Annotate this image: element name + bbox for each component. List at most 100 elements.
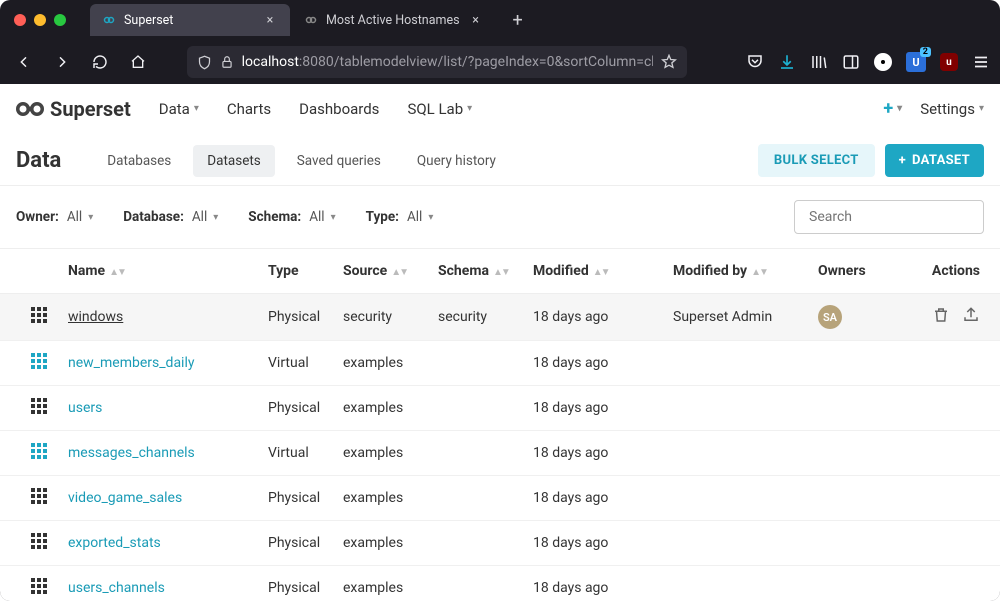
- filter-type[interactable]: Type:All▾: [366, 209, 434, 225]
- column-header-modified[interactable]: Modified▲▼: [525, 249, 665, 294]
- browser-tab[interactable]: Superset ×: [90, 4, 290, 36]
- sort-icon: ▲▼: [493, 267, 509, 278]
- brand[interactable]: Superset: [16, 97, 131, 121]
- add-menu-button[interactable]: +▾: [883, 98, 902, 119]
- dataset-type-icon: [30, 532, 48, 550]
- table-row[interactable]: users_channels Physical examples 18 days…: [0, 566, 1000, 601]
- cell-source: examples: [335, 431, 430, 476]
- forward-button[interactable]: [48, 48, 76, 76]
- cell-modified: 18 days ago: [525, 521, 665, 566]
- column-header-schema[interactable]: Schema▲▼: [430, 249, 525, 294]
- dataset-link[interactable]: users: [68, 400, 102, 416]
- table-row[interactable]: users Physical examples 18 days ago: [0, 386, 1000, 431]
- window-zoom-button[interactable]: [54, 14, 66, 26]
- cell-source: examples: [335, 386, 430, 431]
- bookmark-icon[interactable]: [661, 54, 677, 70]
- nav-item-data[interactable]: Data ▾: [159, 100, 199, 118]
- subtab-datasets[interactable]: Datasets: [193, 145, 274, 177]
- table-row[interactable]: messages_channels Virtual examples 18 da…: [0, 431, 1000, 476]
- table-row[interactable]: new_members_daily Virtual examples 18 da…: [0, 341, 1000, 386]
- column-header-owners: Owners: [810, 249, 890, 294]
- nav-item-charts[interactable]: Charts: [227, 100, 271, 118]
- url-bar[interactable]: localhost:8080/tablemodelview/list/?page…: [187, 46, 687, 78]
- pocket-icon[interactable]: [746, 53, 764, 71]
- lock-icon: [220, 55, 234, 69]
- dataset-link[interactable]: messages_channels: [68, 445, 195, 461]
- chevron-down-icon: ▾: [213, 212, 218, 223]
- column-header-modified-by[interactable]: Modified by▲▼: [665, 249, 810, 294]
- dataset-link[interactable]: video_game_sales: [68, 490, 182, 506]
- extension-badge-icon[interactable]: U2: [906, 52, 926, 72]
- dataset-type-icon: [30, 577, 48, 595]
- cell-modified-by: [665, 521, 810, 566]
- chevron-down-icon: ▾: [88, 212, 93, 223]
- new-tab-button[interactable]: +: [504, 6, 532, 34]
- subtab-saved-queries[interactable]: Saved queries: [283, 145, 395, 177]
- nav-item-dashboards[interactable]: Dashboards: [299, 100, 379, 118]
- table-row[interactable]: exported_stats Physical examples 18 days…: [0, 521, 1000, 566]
- dataset-link[interactable]: windows: [68, 309, 123, 325]
- superset-logo-icon: [16, 100, 44, 118]
- tab-close-button[interactable]: ×: [262, 13, 278, 28]
- cell-modified: 18 days ago: [525, 476, 665, 521]
- column-header-type: Type: [260, 249, 335, 294]
- bulk-select-button[interactable]: BULK SELECT: [758, 144, 875, 177]
- browser-tab[interactable]: Most Active Hostnames×: [292, 4, 496, 36]
- sort-icon: ▲▼: [593, 267, 609, 278]
- brand-text: Superset: [50, 97, 131, 121]
- home-button[interactable]: [124, 48, 152, 76]
- filter-database[interactable]: Database:All▾: [123, 209, 218, 225]
- extension-circle-icon[interactable]: [874, 53, 892, 71]
- cell-schema: [430, 341, 525, 386]
- favicon: [102, 13, 116, 27]
- cell-type: Virtual: [260, 341, 335, 386]
- sidebar-icon[interactable]: [842, 53, 860, 71]
- cell-type: Physical: [260, 521, 335, 566]
- cell-modified: 18 days ago: [525, 566, 665, 601]
- reload-button[interactable]: [86, 48, 114, 76]
- download-icon[interactable]: [778, 53, 796, 71]
- chevron-down-icon: ▾: [979, 103, 984, 114]
- window-minimize-button[interactable]: [34, 14, 46, 26]
- dataset-type-icon: [30, 352, 48, 370]
- export-button[interactable]: [962, 306, 980, 328]
- cell-modified: 18 days ago: [525, 341, 665, 386]
- add-dataset-button[interactable]: +DATASET: [885, 144, 984, 177]
- window-close-button[interactable]: [14, 14, 26, 26]
- column-header-source[interactable]: Source▲▼: [335, 249, 430, 294]
- settings-menu[interactable]: Settings▾: [920, 100, 984, 118]
- page-title: Data: [16, 148, 61, 173]
- plus-icon: +: [899, 153, 906, 168]
- delete-button[interactable]: [932, 306, 950, 328]
- cell-schema: [430, 431, 525, 476]
- subtab-query-history[interactable]: Query history: [403, 145, 510, 177]
- cell-schema: [430, 521, 525, 566]
- sort-icon: ▲▼: [109, 267, 125, 278]
- cell-type: Physical: [260, 294, 335, 341]
- cell-modified-by: Superset Admin: [665, 294, 810, 341]
- subtab-databases[interactable]: Databases: [93, 145, 185, 177]
- filter-owner[interactable]: Owner:All▾: [16, 209, 93, 225]
- nav-item-sql-lab[interactable]: SQL Lab ▾: [407, 100, 472, 118]
- ublock-icon[interactable]: u: [940, 53, 958, 71]
- chevron-down-icon: ▾: [331, 212, 336, 223]
- table-row[interactable]: video_game_sales Physical examples 18 da…: [0, 476, 1000, 521]
- table-row[interactable]: windows Physical security security 18 da…: [0, 294, 1000, 341]
- search-input[interactable]: [809, 209, 987, 225]
- back-button[interactable]: [10, 48, 38, 76]
- search-box[interactable]: [794, 200, 984, 234]
- dataset-link[interactable]: new_members_daily: [68, 355, 195, 371]
- cell-modified-by: [665, 386, 810, 431]
- column-header-name[interactable]: Name▲▼: [60, 249, 260, 294]
- dataset-link[interactable]: users_channels: [68, 580, 165, 596]
- browser-tabbar: Superset×Most Active Hostnames× +: [0, 0, 1000, 40]
- favicon: [304, 13, 318, 27]
- tab-title: Superset: [124, 13, 254, 28]
- datasets-table: Name▲▼TypeSource▲▼Schema▲▼Modified▲▼Modi…: [0, 249, 1000, 601]
- browser-menu-icon[interactable]: [972, 53, 990, 71]
- tab-close-button[interactable]: ×: [468, 13, 484, 28]
- dataset-link[interactable]: exported_stats: [68, 535, 161, 551]
- filter-schema[interactable]: Schema:All▾: [248, 209, 335, 225]
- library-icon[interactable]: [810, 53, 828, 71]
- cell-modified-by: [665, 431, 810, 476]
